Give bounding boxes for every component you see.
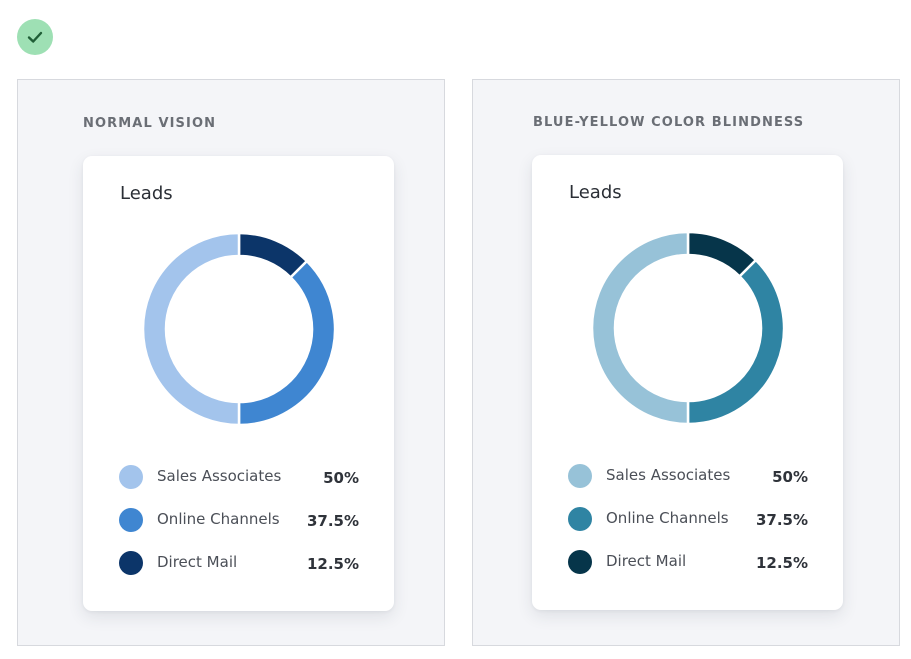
legend-value: 50% (772, 468, 808, 486)
legend-item-direct-mail: Direct Mail 12.5% (568, 549, 808, 575)
normal-vision-panel: NORMAL VISION Leads Sales Associates 50%… (17, 79, 445, 646)
donut-chart (591, 231, 785, 425)
legend-item-sales-associates: Sales Associates 50% (568, 463, 808, 489)
legend-value: 12.5% (306, 555, 359, 573)
donut-slice-sales-associates (591, 231, 690, 425)
legend-item-online-channels: Online Channels 37.5% (119, 507, 359, 533)
legend-swatch (119, 508, 143, 532)
legend-swatch (568, 507, 592, 531)
success-badge (17, 19, 53, 55)
legend-item-online-channels: Online Channels 37.5% (568, 506, 808, 532)
legend-item-sales-associates: Sales Associates 50% (119, 464, 359, 490)
legend-swatch (119, 551, 143, 575)
donut-slice-online-channels (686, 258, 785, 425)
chart-card: Leads Sales Associates 50% Online Channe… (83, 156, 394, 611)
check-icon (27, 31, 43, 43)
legend-value: 50% (323, 469, 359, 487)
legend-value: 37.5% (306, 512, 359, 530)
panel-title: BLUE-YELLOW COLOR BLINDNESS (533, 115, 805, 130)
legend-swatch (119, 465, 143, 489)
legend-swatch (568, 550, 592, 574)
legend-item-direct-mail: Direct Mail 12.5% (119, 550, 359, 576)
donut-slice-online-channels (237, 259, 336, 426)
blue-yellow-colorblind-panel: BLUE-YELLOW COLOR BLINDNESS Leads Sales … (472, 79, 900, 646)
chart-title: Leads (120, 183, 173, 204)
legend-label: Online Channels (606, 509, 729, 527)
legend-label: Direct Mail (157, 553, 238, 571)
panel-title: NORMAL VISION (83, 116, 217, 131)
legend-swatch (568, 464, 592, 488)
legend-value: 37.5% (755, 511, 808, 529)
legend-label: Sales Associates (606, 466, 731, 484)
donut-chart (142, 232, 336, 426)
legend-label: Sales Associates (157, 467, 282, 485)
chart-title: Leads (569, 182, 622, 203)
chart-card: Leads Sales Associates 50% Online Channe… (532, 155, 843, 610)
legend-label: Direct Mail (606, 552, 687, 570)
legend-value: 12.5% (755, 554, 808, 572)
donut-slice-sales-associates (142, 232, 241, 426)
legend-label: Online Channels (157, 510, 280, 528)
